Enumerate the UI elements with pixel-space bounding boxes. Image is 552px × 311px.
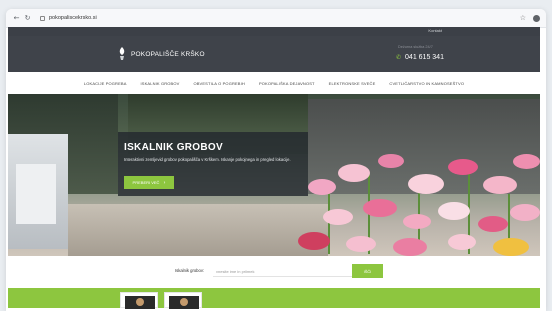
bookmark-star-icon[interactable]: ☆ bbox=[520, 14, 526, 22]
hero-gravestone-left-highlight bbox=[16, 164, 56, 224]
nav-item-svece[interactable]: ELEKTRONSKE SVEČE bbox=[329, 81, 376, 86]
read-more-button[interactable]: PREBERI VEČ › bbox=[124, 176, 174, 189]
hero-gravel-path bbox=[68, 204, 328, 256]
kontakt-link[interactable]: Kontakt bbox=[428, 28, 442, 33]
hero-flowers bbox=[298, 154, 540, 256]
browser-toolbar: ← ↻ pokopaliscekrsko.si ☆ bbox=[6, 9, 546, 28]
nav-item-iskalnik[interactable]: ISKALNIK GROBOV bbox=[141, 81, 180, 86]
obituary-photo bbox=[169, 296, 199, 309]
search-label: Iskalnik grobov: bbox=[175, 268, 205, 273]
nav-item-dejavnost[interactable]: POKOPALIŠKA DEJAVNOST bbox=[259, 81, 315, 86]
main-navigation: LOKACIJE POGREBA ISKALNIK GROBOV OBVESTI… bbox=[8, 72, 540, 94]
logo-text[interactable]: POKOPALIŠČE KRŠKO bbox=[131, 51, 205, 58]
hero-banner: ISKALNIK GROBOV Interaktivni zemljevid g… bbox=[8, 94, 540, 256]
url-text: pokopaliscekrsko.si bbox=[49, 15, 97, 21]
obituary-band bbox=[8, 288, 540, 309]
search-button[interactable]: IŠČI bbox=[352, 264, 383, 278]
phone-label: Dežurna služba 24/7 bbox=[398, 45, 433, 49]
hero-title: ISKALNIK GROBOV bbox=[124, 142, 223, 153]
back-arrow-icon[interactable]: ← bbox=[12, 14, 21, 23]
phone-text: 041 615 341 bbox=[405, 54, 444, 61]
grave-search-bar: Iskalnik grobov: vnesite ime in priimek … bbox=[8, 256, 540, 288]
nav-item-obvestila[interactable]: OBVESTILA O POGREBIH bbox=[193, 81, 244, 86]
obituary-card[interactable] bbox=[164, 292, 202, 309]
phone-icon: ✆ bbox=[396, 54, 402, 61]
search-input[interactable]: vnesite ime in priimek bbox=[213, 265, 353, 277]
obituary-card[interactable] bbox=[120, 292, 158, 309]
nav-item-cvetlicarstvo[interactable]: CVETLIČARSTVO IN KAMNOSEŠTVO bbox=[389, 81, 464, 86]
chevron-right-icon: › bbox=[163, 179, 166, 186]
hero-overlay-card: ISKALNIK GROBOV Interaktivni zemljevid g… bbox=[118, 132, 308, 196]
phone-number[interactable]: ✆ 041 615 341 bbox=[396, 54, 444, 61]
profile-icon[interactable] bbox=[533, 14, 540, 22]
site-header: POKOPALIŠČE KRŠKO Dežurna služba 24/7 ✆ … bbox=[8, 36, 540, 72]
top-strip: Kontakt bbox=[8, 27, 540, 36]
read-more-label: PREBERI VEČ bbox=[132, 180, 160, 185]
lock-icon bbox=[40, 15, 45, 21]
address-bar[interactable]: pokopaliscekrsko.si bbox=[40, 13, 200, 24]
reload-icon[interactable]: ↻ bbox=[23, 14, 32, 23]
hero-description: Interaktivni zemljevid grobov pokopališč… bbox=[124, 157, 291, 162]
nav-item-lokacije[interactable]: LOKACIJE POGREBA bbox=[84, 81, 127, 86]
logo-icon[interactable] bbox=[118, 47, 126, 60]
obituary-photo bbox=[125, 296, 155, 309]
